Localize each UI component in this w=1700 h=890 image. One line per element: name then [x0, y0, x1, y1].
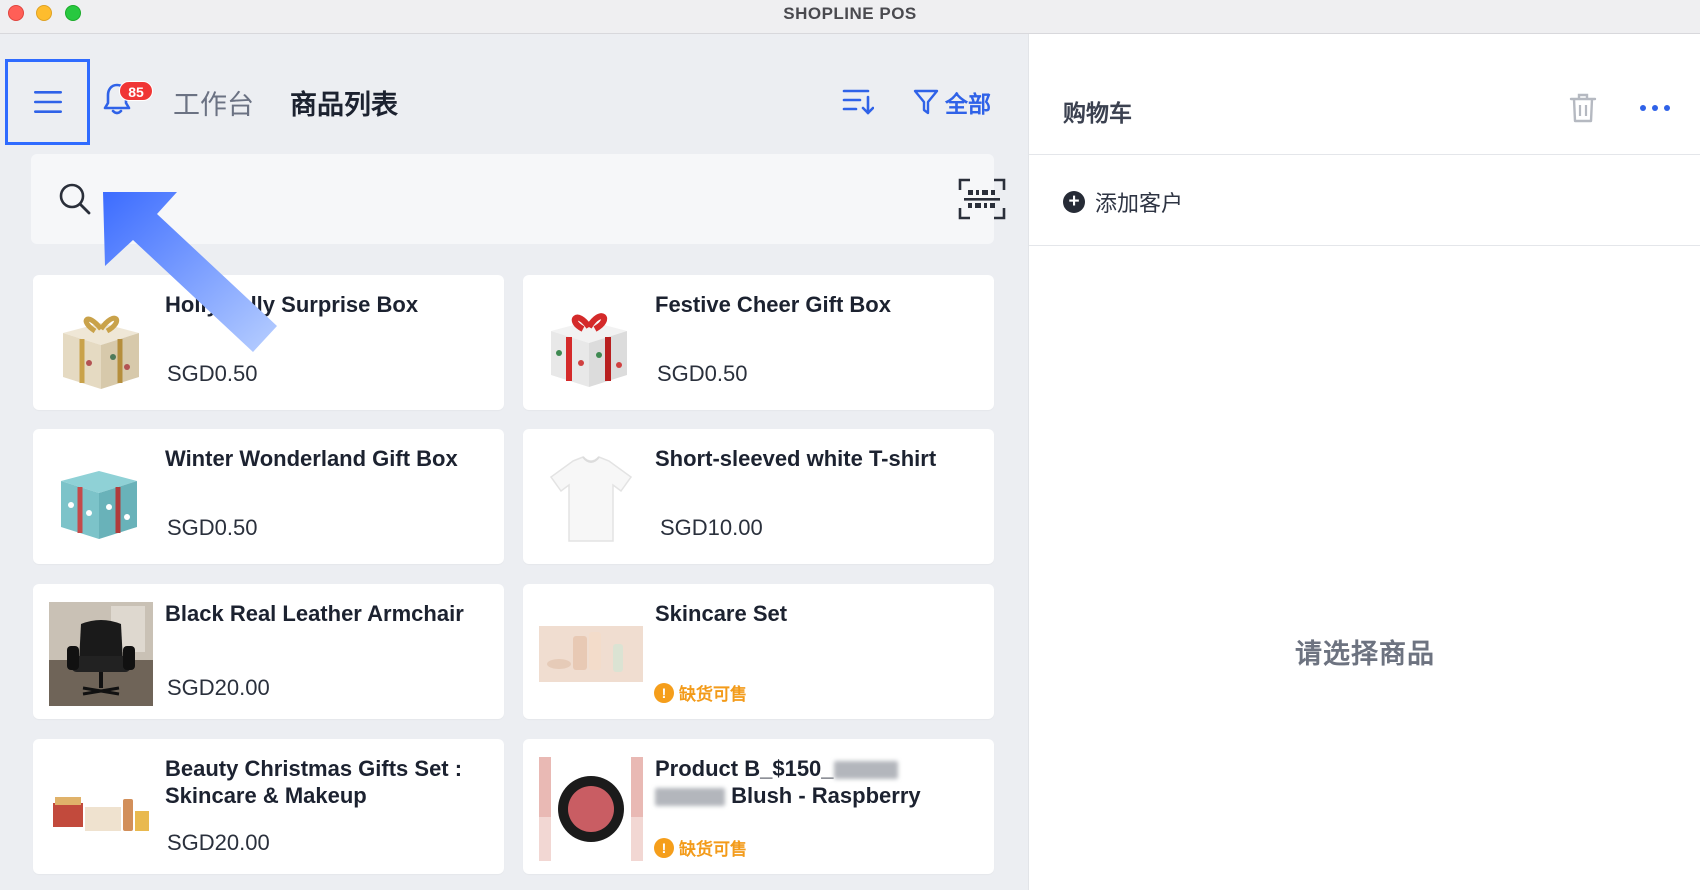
product-card[interactable]: Beauty Christmas Gifts Set : Skincare & … [33, 739, 504, 874]
filter-button[interactable]: 全部 [913, 86, 991, 118]
divider [1029, 154, 1700, 155]
product-name: Short-sleeved white T-shirt [655, 446, 937, 471]
cart-pane: 购物车 + 添加客户 请选择商品 [1028, 34, 1700, 890]
plus-circle-icon: + [1063, 191, 1085, 213]
product-name: Black Real Leather Armchair [165, 601, 464, 626]
product-name-part2: Blush - Raspberry [731, 783, 921, 808]
warning-icon: ! [654, 837, 674, 858]
trash-icon[interactable] [1569, 92, 1597, 124]
filter-icon [913, 89, 939, 115]
divider [1029, 245, 1700, 246]
armchair-image [49, 602, 153, 706]
product-card[interactable]: Winter Wonderland Gift Box SGD0.50 [33, 429, 504, 564]
product-card[interactable]: Product B_$150_ Blush - Raspberry ! 缺货可售 [523, 739, 994, 874]
tshirt-image [549, 456, 633, 542]
gift-box-image [61, 471, 137, 539]
product-price: SGD0.50 [167, 515, 258, 540]
blush-compact-image [539, 757, 643, 861]
product-name: Festive Cheer Gift Box [655, 292, 891, 317]
window-title: SHOPLINE POS [783, 4, 917, 23]
sort-icon[interactable] [842, 86, 874, 116]
gift-set-image [53, 797, 149, 831]
stock-status-label: 缺货可售 [679, 840, 747, 859]
product-list-pane: 85 工作台 商品列表 全部 Holly Jolly Surprise Box … [0, 34, 1028, 890]
tab-workbench[interactable]: 工作台 [173, 83, 254, 122]
product-price: SGD20.00 [167, 675, 270, 700]
search-icon [59, 183, 91, 215]
search-bar [31, 154, 1006, 244]
product-name-part1: Product B_$150_ [655, 756, 834, 781]
redacted-text [833, 761, 898, 780]
product-card[interactable]: Black Real Leather Armchair SGD20.00 [33, 584, 504, 719]
stock-status: ! 缺货可售 [654, 835, 747, 860]
warning-icon: ! [654, 682, 674, 703]
product-price: SGD0.50 [657, 361, 748, 386]
product-card[interactable]: Short-sleeved white T-shirt SGD10.00 [523, 429, 994, 564]
stock-status: ! 缺货可售 [654, 680, 747, 705]
cart-title: 购物车 [1063, 100, 1132, 126]
menu-button[interactable] [5, 59, 90, 145]
product-card[interactable]: Skincare Set ! 缺货可售 [523, 584, 994, 719]
tab-product-list[interactable]: 商品列表 [290, 83, 398, 122]
add-customer-button[interactable]: + 添加客户 [1063, 186, 1183, 218]
redacted-text [655, 788, 725, 807]
search-input[interactable] [111, 174, 911, 224]
product-name: Holly Jolly Surprise Box [165, 292, 419, 317]
product-name: Beauty Christmas Gifts Set : Skincare & … [165, 756, 463, 808]
more-dots-icon[interactable] [1639, 98, 1671, 118]
stock-status-label: 缺货可售 [679, 685, 747, 704]
add-customer-label: 添加客户 [1095, 191, 1184, 216]
barcode-scan-icon[interactable] [958, 178, 1006, 220]
product-name: Winter Wonderland Gift Box [165, 446, 458, 471]
product-price: SGD10.00 [660, 515, 763, 540]
hamburger-icon [33, 91, 62, 113]
product-card[interactable]: Holly Jolly Surprise Box SGD0.50 [33, 275, 504, 410]
cart-empty-message: 请选择商品 [1295, 639, 1435, 669]
product-name: Skincare Set [655, 601, 788, 626]
filter-label: 全部 [945, 91, 991, 117]
gift-box-image [551, 313, 627, 387]
product-price: SGD0.50 [167, 361, 258, 386]
skincare-set-image [539, 626, 643, 682]
window-titlebar: SHOPLINE POS [0, 0, 1700, 34]
product-name: Product B_$150_ Blush - Raspberry [655, 755, 985, 809]
product-price: SGD20.00 [167, 830, 270, 855]
product-card[interactable]: Festive Cheer Gift Box SGD0.50 [523, 275, 994, 410]
notification-badge: 85 [119, 81, 153, 101]
gift-box-image [63, 315, 139, 389]
